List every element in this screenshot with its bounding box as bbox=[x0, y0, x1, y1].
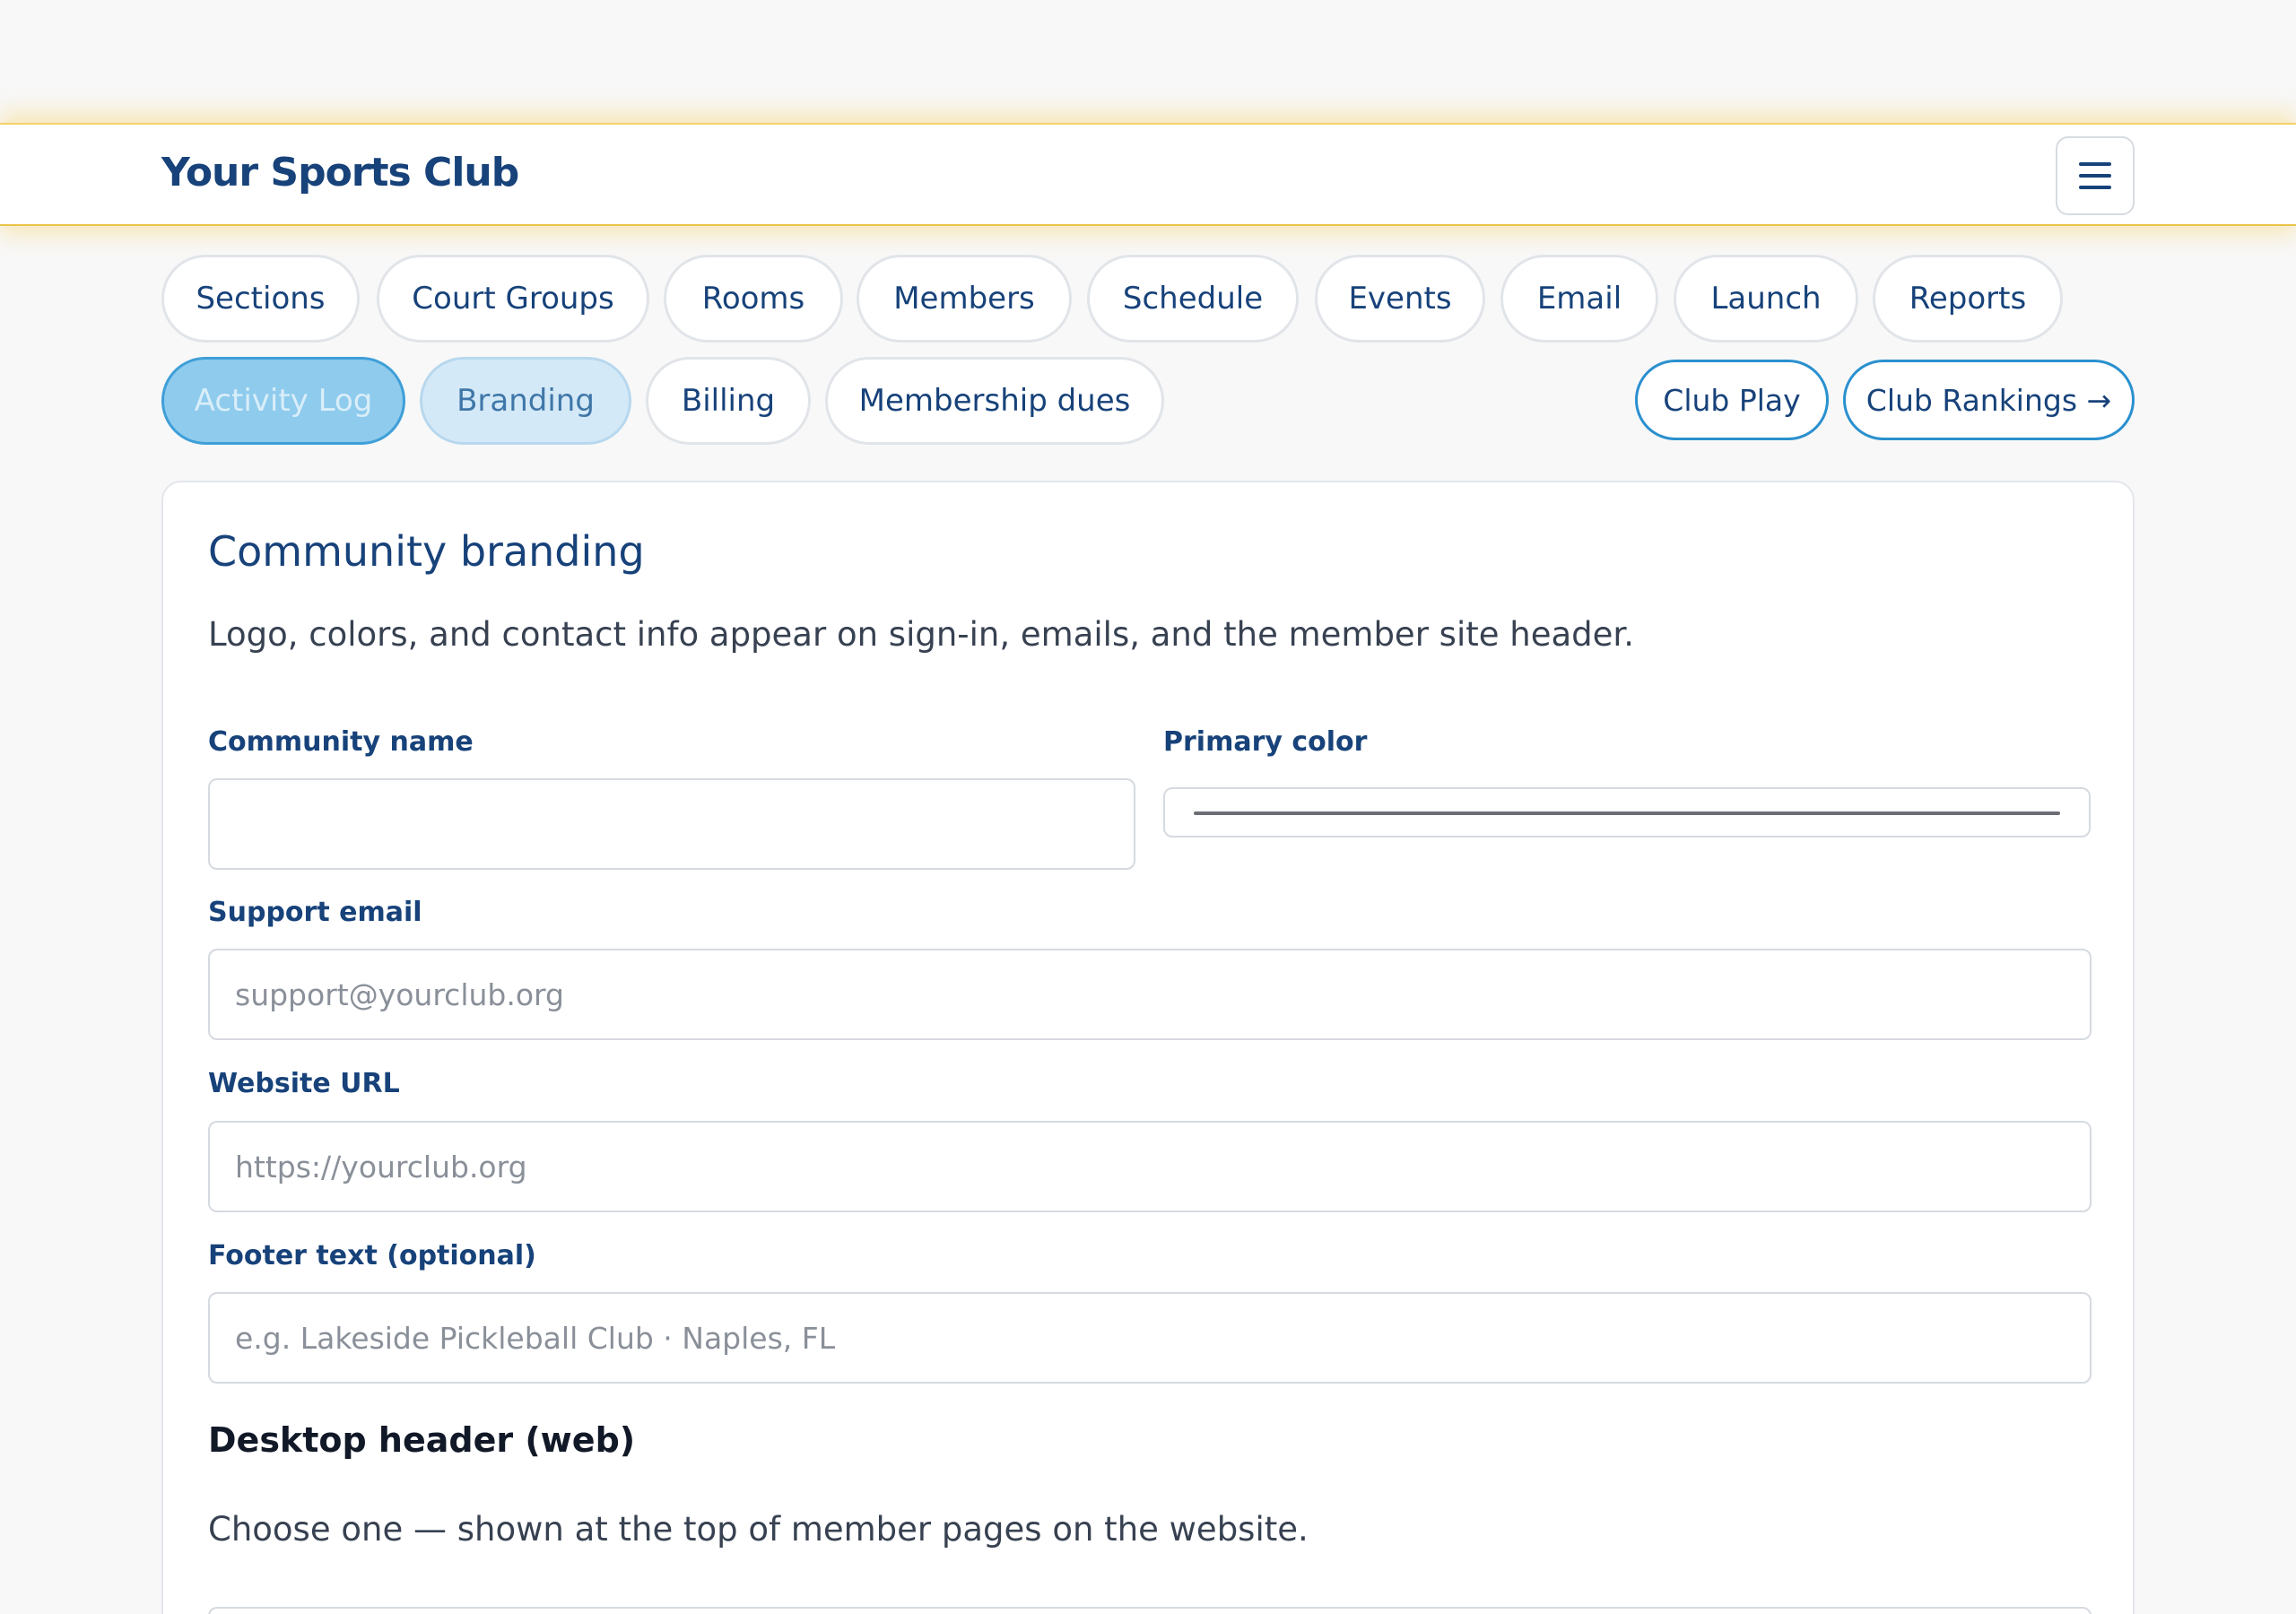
footer-text-label: Footer text (optional) bbox=[208, 1240, 536, 1271]
nav-pill-branding[interactable]: Branding bbox=[420, 357, 631, 445]
nav-pill-members[interactable]: Members bbox=[857, 255, 1072, 343]
desktop-header-description: Choose one — shown at the top of member … bbox=[208, 1510, 1309, 1549]
card-title: Community branding bbox=[208, 527, 645, 576]
nav-pill-events[interactable]: Events bbox=[1315, 255, 1485, 343]
footer-text-input[interactable] bbox=[208, 1292, 2092, 1384]
support-email-label: Support email bbox=[208, 897, 422, 928]
website-url-input[interactable] bbox=[208, 1121, 2092, 1212]
nav-pill-schedule[interactable]: Schedule bbox=[1087, 255, 1299, 343]
nav-pill-activity-log[interactable]: Activity Log bbox=[161, 357, 405, 445]
club-play-button[interactable]: Club Play bbox=[1635, 360, 1829, 440]
nav-pill-membership-dues[interactable]: Membership dues bbox=[825, 357, 1164, 445]
nav-pill-email[interactable]: Email bbox=[1500, 255, 1658, 343]
community-branding-card: Community branding Logo, colors, and con… bbox=[161, 481, 2135, 1614]
nav-pill-launch[interactable]: Launch bbox=[1674, 255, 1858, 343]
desktop-header-option[interactable] bbox=[208, 1607, 2092, 1614]
top-app-bar: Your Sports Club bbox=[0, 123, 2296, 226]
nav-pill-sections[interactable]: Sections bbox=[161, 255, 360, 343]
primary-color-label: Primary color bbox=[1163, 726, 1368, 758]
nav-pill-reports[interactable]: Reports bbox=[1873, 255, 2063, 343]
nav-pill-billing[interactable]: Billing bbox=[646, 357, 811, 445]
color-swatch bbox=[1194, 811, 2060, 815]
hamburger-icon bbox=[2079, 162, 2111, 189]
card-description: Logo, colors, and contact info appear on… bbox=[208, 615, 1634, 654]
desktop-header-heading: Desktop header (web) bbox=[208, 1420, 636, 1460]
hamburger-menu-button[interactable] bbox=[2056, 136, 2135, 215]
nav-pill-rooms[interactable]: Rooms bbox=[664, 255, 843, 343]
community-name-input[interactable] bbox=[208, 778, 1135, 870]
club-rankings-button[interactable]: Club Rankings → bbox=[1843, 360, 2135, 440]
support-email-input[interactable] bbox=[208, 949, 2092, 1040]
website-url-label: Website URL bbox=[208, 1068, 400, 1099]
community-name-label: Community name bbox=[208, 726, 474, 758]
club-brand-title[interactable]: Your Sports Club bbox=[161, 150, 519, 195]
primary-color-picker[interactable] bbox=[1163, 787, 2091, 837]
nav-pill-court-groups[interactable]: Court Groups bbox=[377, 255, 649, 343]
